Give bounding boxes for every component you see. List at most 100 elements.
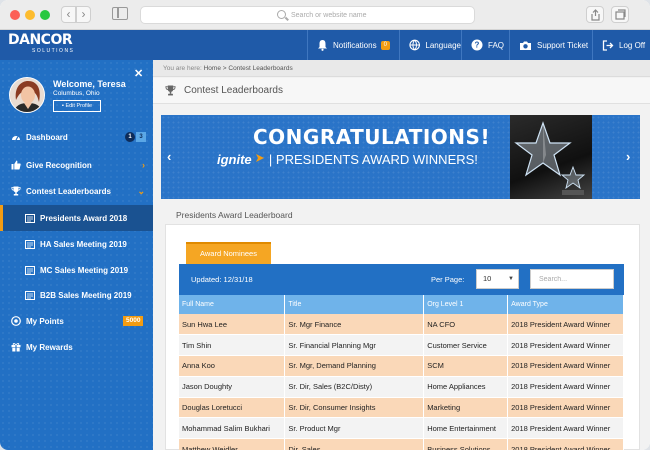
table-header-row: Full Name Title Org Level 1 Award Type xyxy=(179,295,624,314)
user-location: Columbus, Ohio xyxy=(53,90,100,97)
updated-date: Updated: 12/31/18 xyxy=(191,275,253,284)
forward-button[interactable]: › xyxy=(76,6,91,23)
zoom-window-icon[interactable] xyxy=(40,10,50,20)
column-header-full-name[interactable]: Full Name xyxy=(179,295,286,314)
edit-profile-button[interactable]: ▪ Edit Profile xyxy=(53,100,101,112)
chevron-down-icon: ⌄ xyxy=(137,185,145,196)
log-off-button[interactable]: Log Off xyxy=(592,30,650,60)
notifications-button[interactable]: Notifications 0 xyxy=(307,30,399,60)
column-header-award-type[interactable]: Award Type xyxy=(507,295,624,314)
sidebar-toggle-icon[interactable] xyxy=(112,7,128,20)
column-header-title[interactable]: Title xyxy=(284,295,425,314)
cell-title: Sr. Mgr Finance xyxy=(284,314,425,336)
share-icon xyxy=(591,9,600,21)
page-header: Contest Leaderboards xyxy=(153,78,650,104)
sidebar-item-label: HA Sales Meeting 2019 xyxy=(40,239,127,249)
cell-org-level: Home Entertainment xyxy=(423,417,509,440)
cell-org-level: NA CFO xyxy=(423,314,509,336)
cell-full-name: Mohammad Salim Bukhari xyxy=(179,417,286,440)
sidebar-item-label: Give Recognition xyxy=(26,160,92,170)
target-icon xyxy=(10,316,22,326)
banner-prev-button[interactable]: ‹ xyxy=(167,149,171,164)
cell-title: Sr. Dir, Consumer Insights xyxy=(284,397,425,419)
cell-award-type: 2018 President Award Winner xyxy=(507,417,624,440)
faq-button[interactable]: ? FAQ xyxy=(461,30,509,60)
sidebar-item-ha-sales-meeting-2019[interactable]: HA Sales Meeting 2019 xyxy=(0,231,153,257)
language-button[interactable]: Language xyxy=(399,30,461,60)
svg-text:?: ? xyxy=(475,41,480,50)
per-page-label: Per Page: xyxy=(431,275,465,284)
cell-org-level: Business Solutions xyxy=(423,438,509,450)
notifications-label: Notifications xyxy=(333,40,377,50)
camera-icon xyxy=(520,41,531,50)
leaderboard-panel: Award Nominees Updated: 12/31/18 Per Pag… xyxy=(165,224,640,450)
list-icon xyxy=(24,290,36,300)
breadcrumb-current: Contest Leaderboards xyxy=(228,65,293,72)
breadcrumb-prefix: You are here: xyxy=(163,65,202,72)
column-header-org-level-1[interactable]: Org Level 1 xyxy=(423,295,509,314)
close-icon[interactable]: ✕ xyxy=(134,67,143,80)
search-input[interactable] xyxy=(530,269,614,289)
profile-card: Welcome, Teresa Columbus, Ohio ▪ Edit Pr… xyxy=(0,60,153,124)
per-page-select[interactable]: 10 ▼ xyxy=(476,269,519,289)
sidebar-item-b2b-sales-meeting-2019[interactable]: B2B Sales Meeting 2019 xyxy=(0,282,153,308)
banner-subtitle-line: ignite | PRESIDENTS AWARD WINNERS! xyxy=(217,152,478,167)
page-title: Contest Leaderboards xyxy=(184,85,283,96)
globe-icon xyxy=(409,39,421,51)
congratulations-banner: ‹ CONGRATULATIONS! ignite | PRESIDENTS A… xyxy=(161,115,640,199)
sign-out-icon xyxy=(602,39,614,51)
logo[interactable]: DANCOR SOLUTIONS xyxy=(8,33,74,55)
table-row: Matthew Weidler Dir, Sales Business Solu… xyxy=(179,438,624,450)
edit-profile-label: Edit Profile xyxy=(65,103,93,109)
star-award-image xyxy=(510,115,592,199)
ignite-brand-text: ignite xyxy=(217,152,252,167)
cell-award-type: 2018 President Award Winner xyxy=(507,438,624,450)
leaderboard-section-title: Presidents Award Leaderboard xyxy=(176,210,293,220)
banner-next-button[interactable]: › xyxy=(626,149,630,164)
cell-full-name: Tim Shin xyxy=(179,334,286,357)
sidebar-item-my-points[interactable]: My Points 5000 xyxy=(0,308,153,334)
sidebar-item-give-recognition[interactable]: Give Recognition › xyxy=(0,152,153,178)
table-toolbar: Updated: 12/31/18 Per Page: 10 ▼ xyxy=(179,264,624,295)
sidebar-item-dashboard[interactable]: Dashboard 1 3 xyxy=(0,124,153,150)
sidebar-item-label: Contest Leaderboards xyxy=(26,186,111,196)
table-row: Tim Shin Sr. Financial Planning Mgr Cust… xyxy=(179,334,624,357)
cell-award-type: 2018 President Award Winner xyxy=(507,376,624,398)
sidebar: Welcome, Teresa Columbus, Ohio ▪ Edit Pr… xyxy=(0,60,153,450)
cell-full-name: Douglas Loretucci xyxy=(179,397,286,419)
app-window: ‹ › Search or website name DANCOR SOLUTI… xyxy=(0,0,650,450)
sidebar-item-mc-sales-meeting-2019[interactable]: MC Sales Meeting 2019 xyxy=(0,257,153,283)
cell-full-name: Jason Doughty xyxy=(179,376,286,398)
share-button[interactable] xyxy=(586,6,604,23)
address-bar[interactable]: Search or website name xyxy=(140,6,475,24)
search-icon xyxy=(277,10,286,19)
sidebar-item-contest-leaderboards[interactable]: Contest Leaderboards ⌄ xyxy=(0,178,153,204)
sidebar-item-my-rewards[interactable]: My Rewards xyxy=(0,334,153,360)
language-label: Language xyxy=(425,40,461,50)
support-ticket-button[interactable]: Support Ticket xyxy=(509,30,592,60)
cell-title: Sr. Financial Planning Mgr xyxy=(284,334,425,357)
sidebar-item-presidents-award-2018[interactable]: Presidents Award 2018 xyxy=(0,205,153,231)
breadcrumb-home-link[interactable]: Home xyxy=(204,65,221,72)
sidebar-item-label: Dashboard xyxy=(26,132,68,142)
dashboard-badge-secondary: 3 xyxy=(136,132,146,142)
breadcrumb: You are here: Home > Contest Leaderboard… xyxy=(153,60,650,77)
table-row: Douglas Loretucci Sr. Dir, Consumer Insi… xyxy=(179,397,624,419)
tabs-button[interactable] xyxy=(611,6,629,23)
back-button[interactable]: ‹ xyxy=(61,6,76,23)
minimize-window-icon[interactable] xyxy=(25,10,35,20)
cell-full-name: Matthew Weidler xyxy=(179,438,286,450)
welcome-text: Welcome, Teresa xyxy=(53,79,126,89)
star-trophy-icon xyxy=(514,121,586,195)
close-window-icon[interactable] xyxy=(10,10,20,20)
trophy-icon xyxy=(10,186,22,196)
cell-org-level: SCM xyxy=(423,355,509,377)
avatar[interactable] xyxy=(9,77,45,113)
tab-award-nominees[interactable]: Award Nominees xyxy=(186,242,271,264)
banner-subtitle: | PRESIDENTS AWARD WINNERS! xyxy=(268,152,478,167)
chevron-right-icon: › xyxy=(142,160,145,170)
sidebar-item-label: MC Sales Meeting 2019 xyxy=(40,265,129,275)
list-icon xyxy=(24,239,36,249)
leaderboard-table: Full Name Title Org Level 1 Award Type S… xyxy=(179,295,624,450)
log-off-label: Log Off xyxy=(619,40,646,50)
